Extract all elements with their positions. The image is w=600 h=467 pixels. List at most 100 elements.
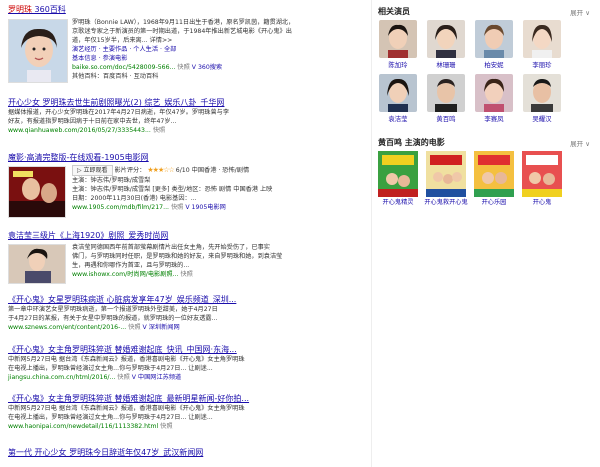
actor-photo[interactable] (523, 20, 561, 58)
result-title[interactable]: 《开心鬼》女星罗明珠病逝 心脏病发享年47岁_娱乐频道_深圳... (8, 294, 364, 305)
result-title[interactable]: 第一代 开心少女 罗明珠今日辞逝年仅47岁_武汉新闻网 (8, 447, 364, 458)
movie-title[interactable]: 开心鬼精灵 (383, 199, 414, 206)
snippet-line-2: 京歌迷专家之于新演员的第一时期出道，于1984年推出新艺城电影《开心鬼》出 (72, 28, 292, 35)
result-title[interactable]: 开心少女 罗明珠去世生前剧照曝光(2) 综艺_娱乐八卦_千华网 (8, 97, 364, 108)
actor-photo[interactable] (427, 74, 465, 112)
url-text[interactable]: www.ishowx.com/时尚网/电影剧照... (72, 271, 179, 278)
snippet-line-3: 生，再遇和你哪作为首亚，且与罗明珠的... (72, 262, 190, 269)
actor-name[interactable]: 黄百鸣 (436, 115, 455, 123)
title-text[interactable]: 360百科 (32, 5, 66, 14)
result-title[interactable]: 魔影·高清完整版-在线观看-1905电影网 (8, 152, 364, 163)
cache-link[interactable]: 快照 (177, 64, 189, 71)
movie-rating-row: ▷ 立即观看 影片评分： ★★★☆☆ 6/10 中国香港 · 恐怖/剧情 (72, 165, 364, 176)
snippet-line-2: 在电视上播出，罗明珠曾经演过女主角...你与罗明珠于4月27日... 让剧迷..… (8, 365, 213, 372)
actor-name[interactable]: 李赛凤 (484, 115, 503, 123)
snippet-line-2: 于4月27日的某报，有关于女星中罗明珠的报道，就罗明珠的一位好友透露... (8, 315, 218, 322)
actor-name[interactable]: 柏安妮 (484, 61, 503, 69)
title-highlight[interactable]: 罗明珠 (8, 5, 32, 14)
result-url[interactable]: www.haonipai.com/newdetail/116/1113382.h… (8, 422, 364, 431)
actor-name[interactable]: 袁洁莹 (388, 115, 407, 123)
movie-poster[interactable] (522, 151, 562, 197)
result-title[interactable]: 《开心鬼》女主角罗明珠猝逝 替婚难谢起底_快讯_中国网·东海... (8, 344, 364, 355)
result-url[interactable]: www.qianhuaweb.com/2016/05/27/3335443...… (8, 126, 364, 135)
result-url[interactable]: jiangsu.china.com.cn/html/2016/... 快照 V … (8, 373, 364, 382)
photo-thumbnail[interactable] (8, 244, 66, 284)
actor-name[interactable]: 李丽珍 (532, 61, 551, 69)
result-url[interactable]: www.1905.com/mdb/film/217... 快照 V 1905电影… (72, 203, 364, 212)
source-badge[interactable]: V 360搜索 (192, 64, 222, 71)
movie-title[interactable]: 开心乐园 (482, 199, 507, 206)
actor-photo[interactable] (379, 20, 417, 58)
snippet-line-1: 据媒体报道，开心少女罗明珠在2017年4月27日病逝，年仅47岁。罗明珠曾与李 (8, 109, 230, 116)
movie-card[interactable]: 开心鬼救开心鬼 (424, 151, 468, 207)
actors-expand-link[interactable]: 展开 ∨ (570, 7, 590, 17)
actor-name[interactable]: 林珊珊 (436, 61, 455, 69)
result-title[interactable]: 罗明珠 360百科 (8, 4, 364, 15)
chevron-down-icon[interactable]: ∨ (585, 9, 590, 17)
actor-card[interactable]: 陈加玲 (376, 20, 420, 69)
play-button[interactable]: ▷ 立即观看 (72, 165, 113, 176)
source-badge[interactable]: V 深圳新闻网 (143, 324, 180, 331)
result-baike: 罗明珠 360百科 (8, 4, 364, 15)
source-badge[interactable]: V 中国网江苏频道 (132, 374, 182, 381)
expand-label[interactable]: 展开 (570, 140, 583, 148)
movie-card[interactable]: 开心鬼 (520, 151, 564, 207)
snippet-line-2: 好友，有报道指罗明珠因病于十日前在家中去世，终年47岁... (8, 118, 177, 125)
movie-card[interactable]: 开心乐园 (472, 151, 516, 207)
cache-link[interactable]: 快照 (160, 423, 172, 430)
url-text[interactable]: www.1905.com/mdb/film/217... (72, 204, 169, 211)
snippet-line-1: 罗明珠（Bonnie LAW），1968年9月11日出生于香港，原名罗凯茵，籍贯… (72, 19, 295, 26)
movie-title[interactable]: 开心鬼救开心鬼 (424, 199, 467, 206)
snippet-line-1: 中新网5月27日电 据台湾《东森新闻云》报道，香港喜剧电影《开心鬼》女主角罗明珠 (8, 356, 245, 363)
movie-poster[interactable] (474, 151, 514, 197)
snippet-line-1: 袁洁莹同德国西年前首部萤幕剧情片出任女主角，先开始受伤了，已事实 (72, 244, 270, 251)
cache-link[interactable]: 快照 (153, 127, 165, 134)
url-text[interactable]: jiangsu.china.com.cn/html/2016/... (8, 374, 115, 381)
actor-card[interactable]: 李赛凤 (472, 74, 516, 123)
actor-name[interactable]: 陈加玲 (388, 61, 407, 69)
result-8: 第一代 开心少女 罗明珠今日辞逝年仅47岁_武汉新闻网 (8, 447, 364, 458)
other-baike[interactable]: 其他百科：百度百科 · 互动百科 (72, 72, 364, 81)
result-3: 魔影·高清完整版-在线观看-1905电影网 (8, 152, 364, 163)
url-text[interactable]: baike.so.com/doc/5428009-566... (72, 64, 175, 71)
actor-card[interactable]: 吴耀汉 (520, 74, 564, 123)
movie-poster[interactable] (426, 151, 466, 197)
actor-card[interactable]: 李丽珍 (520, 20, 564, 69)
chevron-down-icon[interactable]: ∨ (585, 140, 590, 148)
movies-expand-link[interactable]: 展开 ∨ (570, 138, 590, 148)
baike-meta[interactable]: 基本信息 · 参演电影 (72, 54, 364, 63)
actor-card[interactable]: 黄百鸣 (424, 74, 468, 123)
result-url[interactable]: www.ishowx.com/时尚网/电影剧照... 快照 (72, 270, 364, 279)
expand-label[interactable]: 展开 (570, 9, 583, 17)
result-title[interactable]: 《开心鬼》女主角罗明珠猝逝 替婚难谢起底_最新明星新闻-好你拍... (8, 393, 364, 404)
actor-photo[interactable] (427, 20, 465, 58)
actor-photo[interactable] (475, 20, 513, 58)
actor-photo[interactable] (475, 74, 513, 112)
movie-card[interactable]: 开心鬼精灵 (376, 151, 420, 207)
actor-photo[interactable] (379, 74, 417, 112)
cache-link[interactable]: 快照 (117, 374, 129, 381)
actor-card[interactable]: 柏安妮 (472, 20, 516, 69)
baike-tabs[interactable]: 演艺经历 · 主要作品 · 个人生活 · 全部 (72, 45, 364, 54)
portrait-thumbnail[interactable] (8, 19, 68, 83)
result-6: 《开心鬼》女主角罗明珠猝逝 替婚难谢起底_快讯_中国网·东海... 中新网5月2… (8, 344, 364, 382)
actor-card[interactable]: 袁洁莹 (376, 74, 420, 123)
actor-photo[interactable] (523, 74, 561, 112)
url-text[interactable]: www.qianhuaweb.com/2016/05/27/3335443... (8, 127, 151, 134)
url-text[interactable]: www.haonipai.com/newdetail/116/1113382.h… (8, 423, 158, 430)
result-url[interactable]: www.sznews.com/ent/content/2016-... 快照 V… (8, 323, 364, 332)
source-badge[interactable]: V 1905电影网 (185, 204, 226, 211)
result-5: 《开心鬼》女星罗明珠病逝 心脏病发享年47岁_娱乐频道_深圳... 第一章中环演… (8, 294, 364, 332)
url-text[interactable]: www.sznews.com/ent/content/2016-... (8, 324, 126, 331)
cache-link[interactable]: 快照 (180, 271, 192, 278)
actor-name[interactable]: 吴耀汉 (532, 115, 551, 123)
actors-heading: 相关演员 (378, 7, 410, 16)
cache-link[interactable]: 快照 (171, 204, 183, 211)
cache-link[interactable]: 快照 (128, 324, 140, 331)
actor-card[interactable]: 林珊珊 (424, 20, 468, 69)
movie-poster[interactable] (378, 151, 418, 197)
result-url[interactable]: baike.so.com/doc/5428009-566... 快照 V 360… (72, 63, 364, 72)
result-title[interactable]: 袁洁莹三级片《上海1920》剧照_爱秀时尚网 (8, 230, 364, 241)
movie-poster-thumbnail[interactable] (8, 166, 66, 218)
movie-title[interactable]: 开心鬼 (533, 199, 552, 206)
